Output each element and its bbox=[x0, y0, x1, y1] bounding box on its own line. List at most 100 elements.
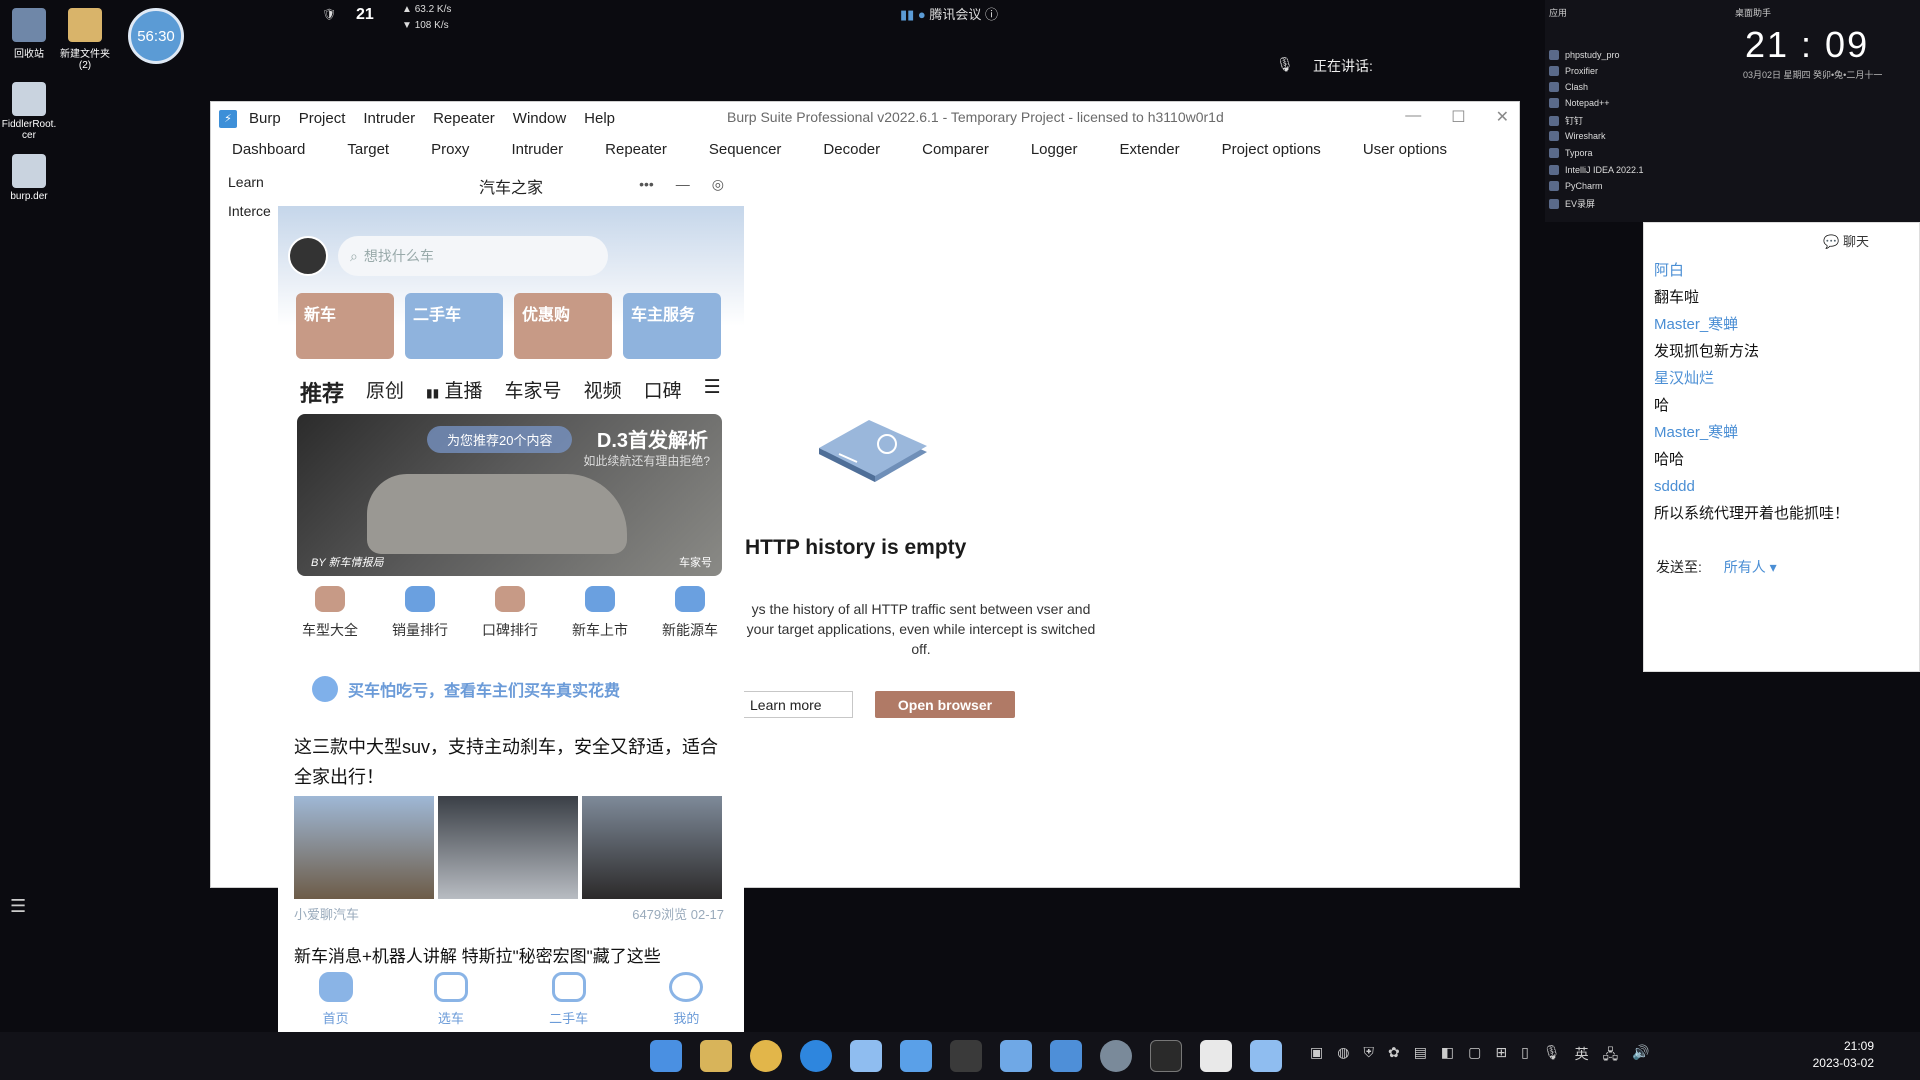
menu-intruder[interactable]: Intruder bbox=[363, 110, 415, 127]
minimize-icon[interactable]: — bbox=[676, 176, 690, 193]
more-icon[interactable]: ••• bbox=[639, 176, 654, 193]
quick-icon-sales-rank[interactable]: 销量排行 bbox=[380, 586, 460, 640]
quick-icon-ev[interactable]: 新能源车 bbox=[650, 586, 730, 640]
app-item[interactable]: Wireshark bbox=[1549, 131, 1606, 141]
tray-icon[interactable]: ◧ bbox=[1441, 1044, 1454, 1068]
app-item[interactable]: 钉钉 bbox=[1549, 114, 1583, 127]
send-to-dropdown[interactable]: 所有人 ▾ bbox=[1724, 559, 1777, 575]
settings-icon[interactable] bbox=[1100, 1040, 1132, 1072]
quick-icon-car-models[interactable]: 车型大全 bbox=[290, 586, 370, 640]
tray-icon[interactable]: ▯ bbox=[1521, 1044, 1529, 1068]
desktop-icon-fiddler-cert[interactable]: FiddlerRoot. cer bbox=[0, 82, 64, 141]
record-icon[interactable]: ◎ bbox=[712, 176, 724, 193]
app-item[interactable]: PyCharm bbox=[1549, 181, 1603, 191]
subtab-intercept[interactable]: Interce bbox=[228, 197, 271, 226]
feature-banner[interactable]: 为您推荐20个内容 D.3首发解析 如此续航还有理由拒绝? BY 新车情报局 车… bbox=[297, 414, 722, 576]
tray-icon[interactable]: ▣ bbox=[1310, 1044, 1323, 1068]
tab-recommend[interactable]: 推荐 bbox=[300, 376, 344, 408]
learn-more-button[interactable]: Learn more bbox=[741, 691, 853, 718]
category-new-car[interactable]: 新车 bbox=[296, 293, 394, 359]
quick-icon-review-rank[interactable]: 口碑排行 bbox=[470, 586, 550, 640]
open-browser-button[interactable]: Open browser bbox=[875, 691, 1015, 718]
tab-user-options[interactable]: User options bbox=[1342, 138, 1468, 164]
tab-video[interactable]: 视频 bbox=[584, 376, 622, 408]
menu-repeater[interactable]: Repeater bbox=[433, 110, 495, 127]
menu-help[interactable]: Help bbox=[584, 110, 615, 127]
tab-intruder[interactable]: Intruder bbox=[490, 138, 584, 164]
microphone-icon[interactable]: 🎙 bbox=[1543, 1044, 1561, 1068]
search-input[interactable]: ⌕ 想找什么车 bbox=[338, 236, 608, 276]
tray-icon[interactable]: ▢ bbox=[1468, 1044, 1481, 1068]
list-icon[interactable]: ☰ bbox=[10, 896, 30, 916]
app-icon[interactable] bbox=[900, 1040, 932, 1072]
article-photo[interactable] bbox=[438, 796, 578, 899]
minimize-icon[interactable]: — bbox=[1405, 107, 1421, 127]
file-explorer-icon[interactable] bbox=[700, 1040, 732, 1072]
tab-original[interactable]: 原创 bbox=[366, 376, 404, 408]
tray-icon[interactable]: ⊞ bbox=[1495, 1044, 1507, 1068]
tab-logger[interactable]: Logger bbox=[1010, 138, 1099, 164]
taskbar-clock[interactable]: 21:09 2023-03-02 bbox=[1813, 1038, 1874, 1072]
network-icon[interactable]: 🖧 bbox=[1603, 1044, 1619, 1068]
app-item[interactable]: Proxifier bbox=[1549, 66, 1598, 76]
tab-repeater[interactable]: Repeater bbox=[584, 138, 688, 164]
meeting-indicator[interactable]: ▮▮ ● 腾讯会议 ⓘ bbox=[900, 4, 998, 23]
menu-window[interactable]: Window bbox=[513, 110, 566, 127]
wechat-icon[interactable] bbox=[850, 1040, 882, 1072]
app-item[interactable]: Notepad++ bbox=[1549, 98, 1610, 108]
chrome-icon[interactable] bbox=[750, 1040, 782, 1072]
tray-icon[interactable]: ✿ bbox=[1388, 1044, 1400, 1068]
tab-sequencer[interactable]: Sequencer bbox=[688, 138, 803, 164]
app-item[interactable]: phpstudy_pro bbox=[1549, 50, 1620, 60]
volume-icon[interactable]: 🔊 bbox=[1632, 1044, 1649, 1068]
cmd-icon[interactable] bbox=[1150, 1040, 1182, 1072]
nav-select-car[interactable]: 选车 bbox=[433, 966, 468, 1036]
tab-proxy[interactable]: Proxy bbox=[410, 138, 490, 164]
avatar[interactable] bbox=[288, 236, 328, 276]
desktop-icon-burp-der[interactable]: burp.der bbox=[0, 154, 64, 202]
article-title[interactable]: 这三款中大型suv，支持主动刹车，安全又舒适，适合全家出行！ bbox=[294, 732, 724, 792]
nav-home[interactable]: 首页 bbox=[318, 966, 353, 1036]
tab-extender[interactable]: Extender bbox=[1099, 138, 1201, 164]
tab-live[interactable]: ▮▮ 直播 bbox=[426, 376, 483, 408]
info-icon[interactable]: ⓘ bbox=[985, 7, 998, 22]
nav-used-car[interactable]: 二手车 bbox=[549, 966, 588, 1036]
app-item[interactable]: Typora bbox=[1549, 148, 1593, 158]
tab-dashboard[interactable]: Dashboard bbox=[211, 138, 326, 164]
app-icon[interactable] bbox=[1000, 1040, 1032, 1072]
meeting-icon[interactable] bbox=[1250, 1040, 1282, 1072]
category-deals[interactable]: 优惠购 bbox=[514, 293, 612, 359]
app-item[interactable]: IntelliJ IDEA 2022.1 bbox=[1549, 165, 1644, 175]
desktop-icon-folder[interactable]: 新建文件夹 (2) bbox=[50, 8, 120, 71]
close-icon[interactable]: ✕ bbox=[1496, 107, 1509, 127]
nav-mine[interactable]: 我的 bbox=[669, 966, 704, 1036]
start-icon[interactable] bbox=[650, 1040, 682, 1072]
terminal-icon[interactable] bbox=[950, 1040, 982, 1072]
menu-project[interactable]: Project bbox=[299, 110, 346, 127]
maximize-icon[interactable]: ☐ bbox=[1451, 107, 1465, 127]
article-title[interactable]: 新车消息+机器人讲解 特斯拉"秘密宏图"藏了这些 bbox=[294, 942, 661, 967]
tab-project-options[interactable]: Project options bbox=[1201, 138, 1342, 164]
subtab-learn[interactable]: Learn bbox=[228, 168, 271, 197]
article-photo[interactable] bbox=[582, 796, 722, 899]
category-owner-service[interactable]: 车主服务 bbox=[623, 293, 721, 359]
article-photo[interactable] bbox=[294, 796, 434, 899]
menu-burp[interactable]: Burp bbox=[249, 110, 281, 127]
tray-icon[interactable]: ▤ bbox=[1414, 1044, 1427, 1068]
category-used-car[interactable]: 二手车 bbox=[405, 293, 503, 359]
quick-icon-new-launch[interactable]: 新车上市 bbox=[560, 586, 640, 640]
app-item[interactable]: EV录屏 bbox=[1549, 197, 1595, 210]
java-icon[interactable] bbox=[1200, 1040, 1232, 1072]
app-item[interactable]: Clash bbox=[1549, 82, 1588, 92]
edge-icon[interactable] bbox=[800, 1040, 832, 1072]
menu-icon[interactable]: ☰ bbox=[704, 376, 721, 408]
article-author[interactable]: 小爱聊汽车 bbox=[294, 904, 359, 923]
timer-widget[interactable]: 56:30 bbox=[128, 8, 184, 64]
tab-target[interactable]: Target bbox=[326, 138, 410, 164]
wechat-tray-icon[interactable]: ◍ bbox=[1337, 1044, 1349, 1068]
promo-banner[interactable]: 买车怕吃亏，查看车主们买车真实花费 bbox=[312, 676, 620, 702]
tab-comparer[interactable]: Comparer bbox=[901, 138, 1010, 164]
photos-icon[interactable] bbox=[1050, 1040, 1082, 1072]
tab-chejiahao[interactable]: 车家号 bbox=[505, 376, 562, 408]
shield-icon[interactable]: ⛨ bbox=[1363, 1044, 1374, 1068]
